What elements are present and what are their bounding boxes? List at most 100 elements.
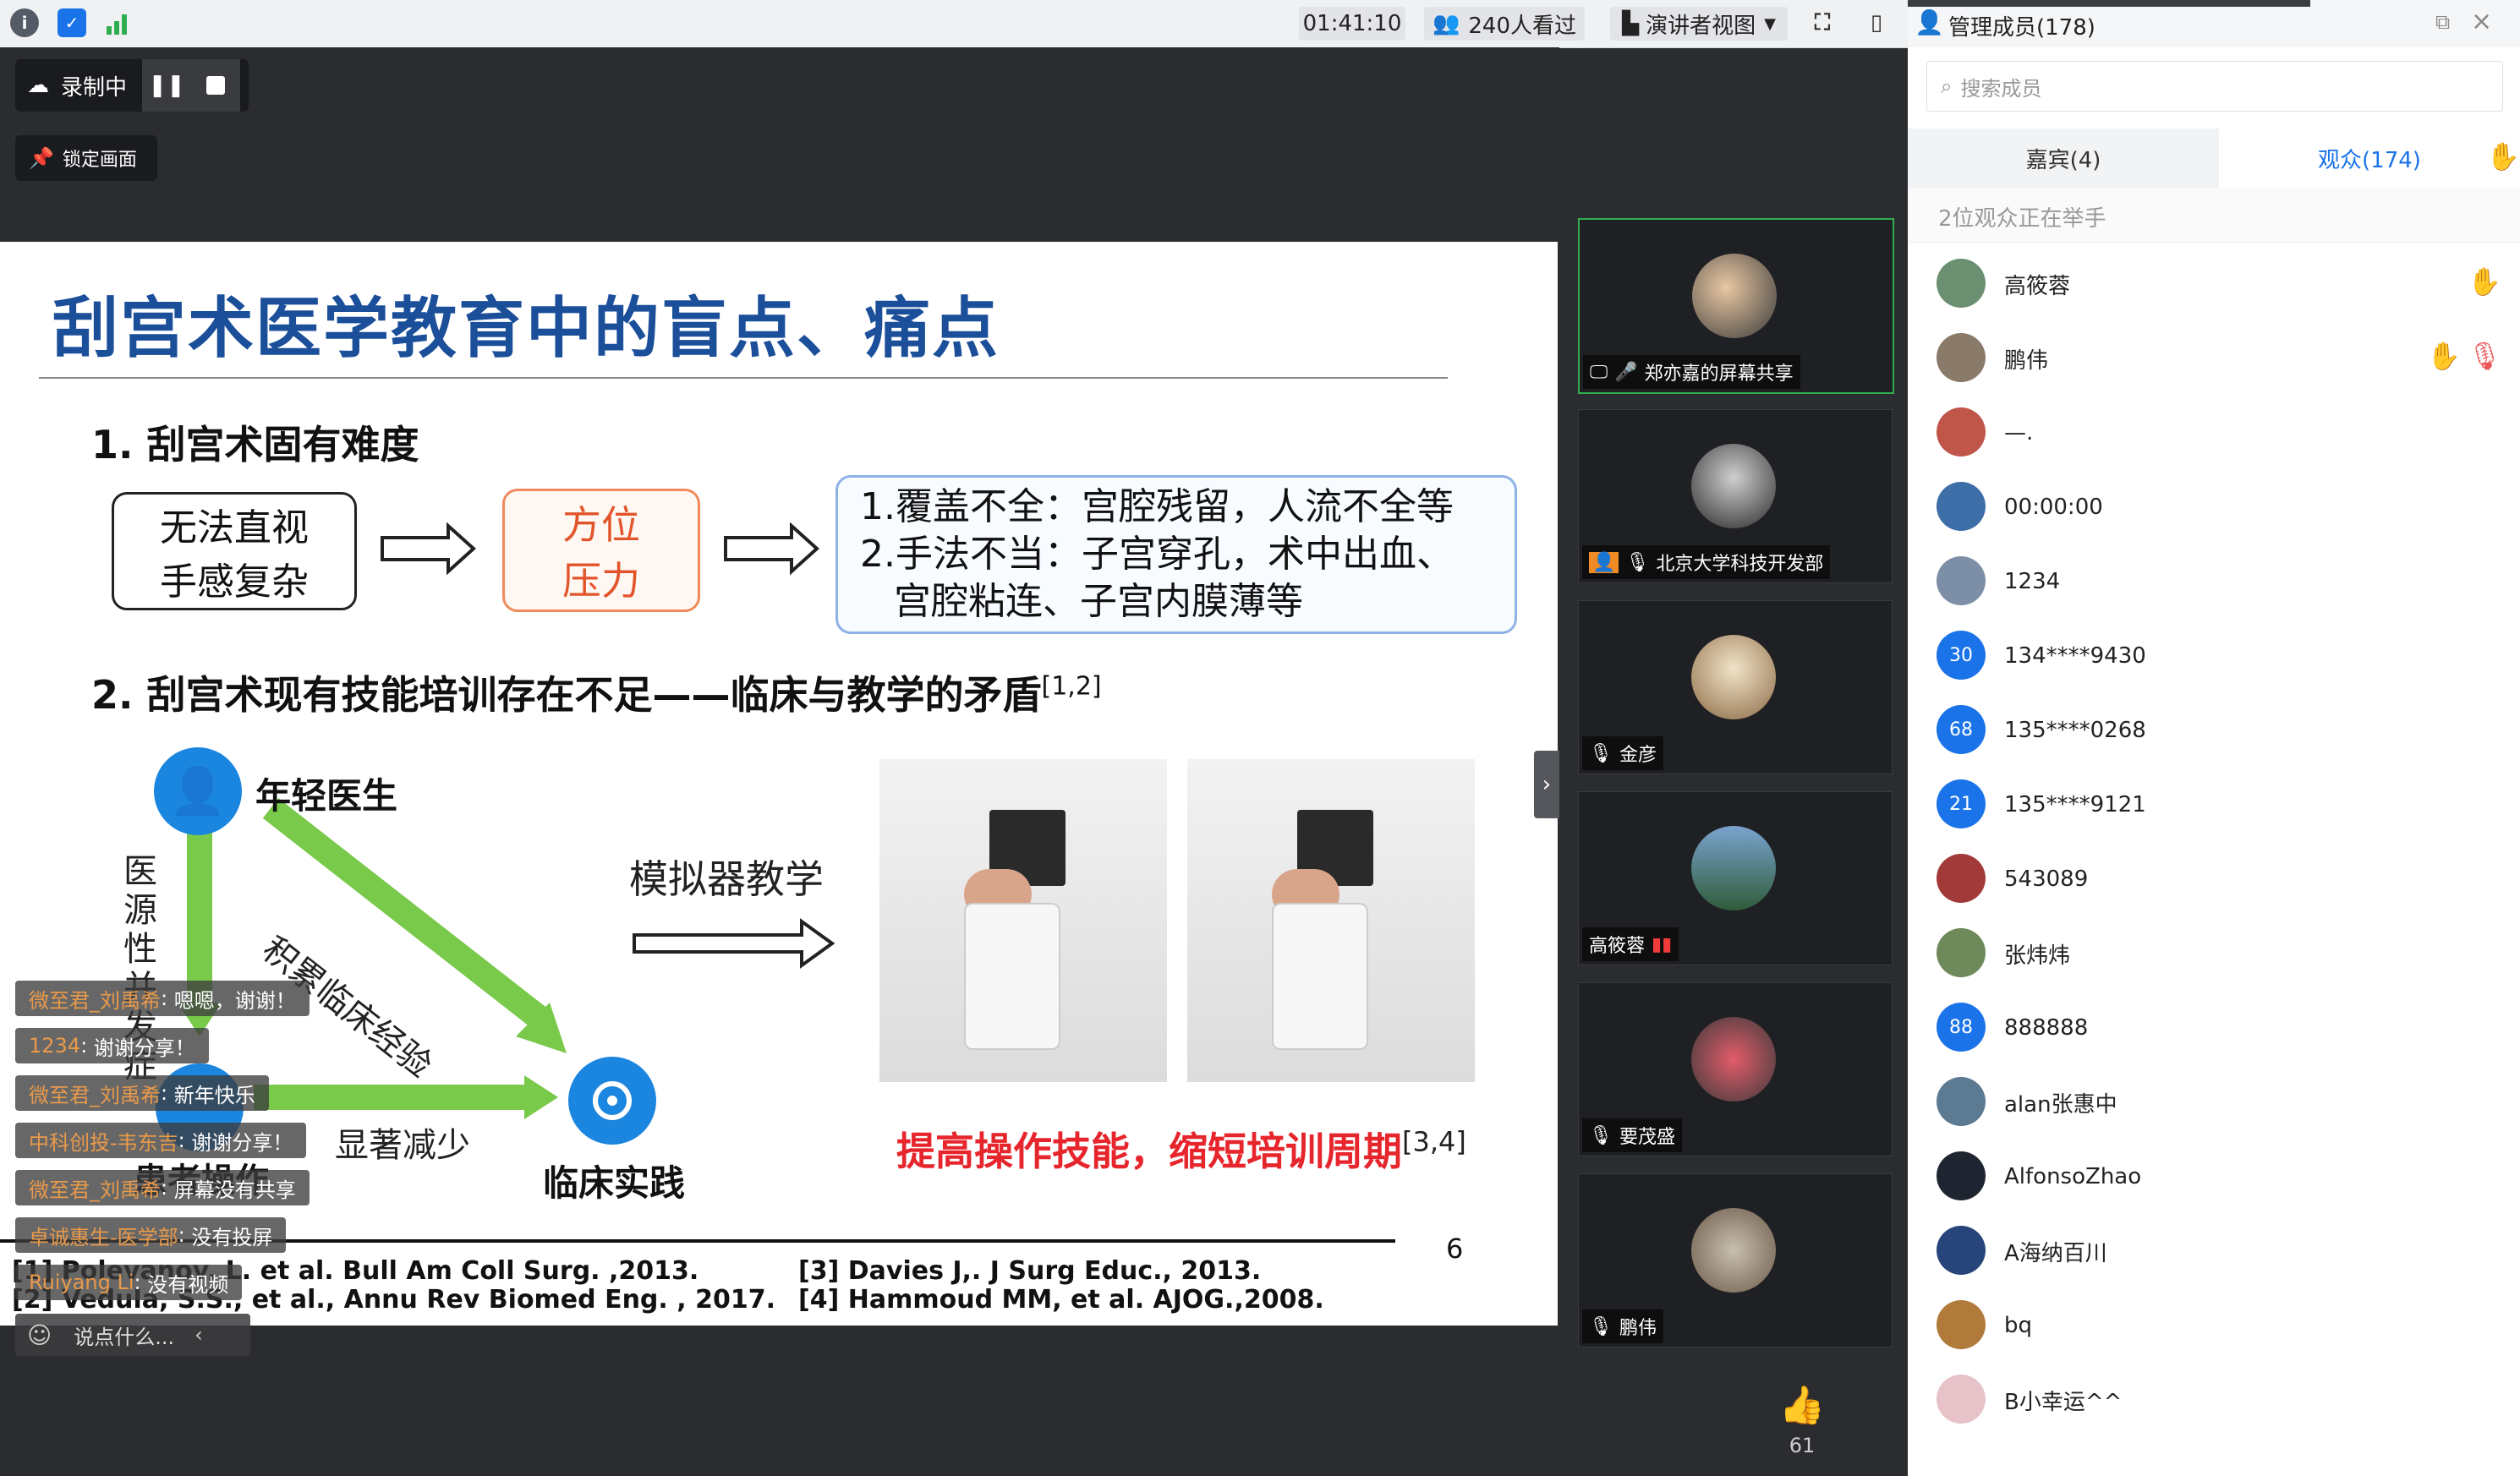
- avatar: 21: [1937, 779, 1986, 828]
- member-name: 543089: [2004, 866, 2089, 892]
- member-row[interactable]: bq: [1908, 1288, 2520, 1363]
- pause-button[interactable]: ❚❚: [142, 59, 192, 112]
- view-mode-dropdown[interactable]: ▙ 演讲者视图 ▼: [1610, 7, 1788, 41]
- chat-colon: :: [161, 1081, 174, 1105]
- chat-message: Ruiyang Li: 没有视频: [15, 1265, 243, 1300]
- viewer-count[interactable]: 👥 240人看过: [1424, 7, 1585, 41]
- avatar: 68: [1937, 705, 1986, 754]
- difficulty-line-2: 手感复杂: [160, 560, 309, 604]
- chat-input-bar[interactable]: ☺ 说点什么... ‹: [15, 1314, 250, 1356]
- tile-name: 北京大学科技开发部: [1656, 554, 1824, 575]
- participant-avatar: [1691, 1017, 1776, 1102]
- member-row[interactable]: 高筱蓉 ✋: [1908, 247, 2520, 321]
- stop-button[interactable]: [191, 59, 241, 112]
- emoji-icon[interactable]: ☺: [27, 1321, 52, 1349]
- reference-4: [4] Hammoud MM, et al. AJOG.,2008.: [798, 1285, 1324, 1315]
- member-row[interactable]: A海纳百川: [1908, 1214, 2520, 1288]
- young-doctor-label: 年轻医生: [255, 775, 398, 817]
- like-button[interactable]: 👍 61: [1778, 1383, 1827, 1476]
- people-icon: 👥: [1432, 11, 1460, 36]
- video-tile[interactable]: 🎙 金彦: [1578, 600, 1893, 774]
- horizontal-green-arrow-head: [524, 1075, 558, 1119]
- chat-message: 微至君_刘禹希: 新年快乐: [15, 1075, 269, 1111]
- collapse-tiles-handle[interactable]: ›: [1534, 751, 1559, 818]
- chat-sender: 卓诚惠生-医学部: [29, 1225, 178, 1249]
- popout-icon[interactable]: ⧉: [2435, 10, 2450, 34]
- member-row[interactable]: alan张惠中: [1908, 1065, 2520, 1140]
- avatar: [1937, 556, 1986, 605]
- video-tile[interactable]: 👤 🎙 北京大学科技开发部: [1578, 409, 1893, 583]
- chat-input-placeholder[interactable]: 说点什么...: [74, 1320, 174, 1350]
- tab-guests[interactable]: 嘉宾(4): [1908, 128, 2219, 188]
- participant-avatar: [1691, 444, 1776, 528]
- member-name: AlfonsoZhao: [2004, 1164, 2142, 1189]
- video-tile[interactable]: 🖵 🎤 郑亦嘉的屏幕共享: [1578, 218, 1894, 394]
- info-icon[interactable]: i: [10, 8, 39, 37]
- member-name: alan张惠中: [2004, 1091, 2117, 1118]
- signal-icon[interactable]: [103, 8, 132, 37]
- member-row[interactable]: 21 135****9121: [1908, 768, 2520, 842]
- mic-muted-icon: 🎙: [1589, 1124, 1613, 1146]
- chat-sender: 微至君_刘禹希: [29, 988, 161, 1013]
- mic-icon: 🎤: [1614, 361, 1638, 383]
- young-doctor-icon: 👤: [154, 747, 242, 835]
- member-row[interactable]: 张炜炜: [1908, 916, 2520, 991]
- raise-hand-icon[interactable]: ✋: [2486, 140, 2520, 172]
- orientation-box: 方位 压力: [502, 489, 700, 612]
- avatar: 30: [1937, 631, 1986, 680]
- panel-header: 👤 管理成员(178) ⧉ ×: [1908, 0, 2520, 47]
- member-row[interactable]: 鹏伟 ✋ 🎙: [1908, 321, 2520, 396]
- member-name: B小幸运^^: [2004, 1389, 2123, 1415]
- member-row[interactable]: 88 888888: [1908, 991, 2520, 1065]
- member-name: —.: [2004, 420, 2034, 446]
- chat-text: 新年快乐: [173, 1083, 255, 1107]
- search-input[interactable]: ⌕ 搜索成员: [1926, 61, 2503, 112]
- member-row[interactable]: 00:00:00: [1908, 470, 2520, 544]
- chat-sender: 1234: [29, 1034, 81, 1058]
- video-tile[interactable]: 🎙 要茂盛: [1578, 982, 1893, 1156]
- mic-muted-icon[interactable]: 🎙: [2468, 340, 2502, 372]
- target-icon: [593, 1081, 632, 1120]
- member-row[interactable]: AlfonsoZhao: [1908, 1140, 2520, 1214]
- member-row[interactable]: B小幸运^^: [1908, 1363, 2520, 1437]
- raise-hand-notice: 2位观众正在举手: [1908, 188, 2520, 243]
- avatar: [1937, 1300, 1986, 1349]
- fullscreen-icon[interactable]: ⛶: [1808, 8, 1837, 37]
- view-mode-label: 演讲者视图: [1646, 13, 1756, 39]
- pin-icon: 📌: [29, 146, 54, 170]
- improve-statement: 提高操作技能，缩短培训周期[3,4]: [896, 1121, 1466, 1177]
- user-icon: 👤: [1589, 551, 1619, 573]
- member-row[interactable]: —.: [1908, 396, 2520, 470]
- chat-message: 微至君_刘禹希: 屏幕没有共享: [15, 1170, 310, 1205]
- chat-colon: :: [178, 1223, 192, 1247]
- sidebar-toggle-icon[interactable]: ▯: [1862, 8, 1891, 37]
- video-tile[interactable]: 高筱蓉 ▮▮: [1578, 791, 1893, 965]
- complication-line-1: 1.覆盖不全：宫腔残留，人流不全等: [860, 485, 1454, 528]
- shield-icon[interactable]: ✓: [58, 8, 86, 37]
- member-row[interactable]: 68 135****0268: [1908, 693, 2520, 768]
- chat-colon: :: [161, 987, 174, 1010]
- arrow-right-icon: [724, 522, 819, 575]
- chat-text: 屏幕没有共享: [173, 1178, 296, 1202]
- section-heading-2-text: 2. 刮宫术现有技能培训存在不足——临床与教学的矛盾: [91, 672, 1042, 718]
- chat-message: 卓诚惠生-医学部: 没有投屏: [15, 1217, 287, 1253]
- chat-text: 谢谢分享！: [93, 1036, 195, 1060]
- chat-sender: 微至君_刘禹希: [29, 1083, 161, 1107]
- member-row[interactable]: 543089: [1908, 842, 2520, 916]
- close-icon[interactable]: ×: [2471, 7, 2492, 36]
- member-row[interactable]: 30 134****9430: [1908, 619, 2520, 693]
- collapse-chat-icon[interactable]: ‹: [194, 1323, 203, 1347]
- raised-hand-icon[interactable]: ✋: [2468, 265, 2501, 298]
- simulator-image-2: [1187, 759, 1475, 1082]
- raised-hand-icon[interactable]: ✋: [2427, 340, 2461, 372]
- improve-text: 提高操作技能，缩短培训周期: [896, 1129, 1402, 1174]
- chat-sender: 中科创投-韦东吉: [29, 1130, 178, 1155]
- recording-indicator: ☁ 录制中 ❚❚: [15, 59, 249, 112]
- tab-audience[interactable]: 观众(174): [2219, 128, 2520, 188]
- lock-screen-button[interactable]: 📌 锁定画面: [15, 135, 157, 181]
- member-row[interactable]: 1234: [1908, 544, 2520, 619]
- video-tile[interactable]: 🎙 鹏伟: [1578, 1173, 1893, 1348]
- chat-sender: 微至君_刘禹希: [29, 1178, 161, 1202]
- thumbs-up-icon: 👍: [1778, 1384, 1826, 1427]
- arrow-right-icon: [633, 918, 835, 969]
